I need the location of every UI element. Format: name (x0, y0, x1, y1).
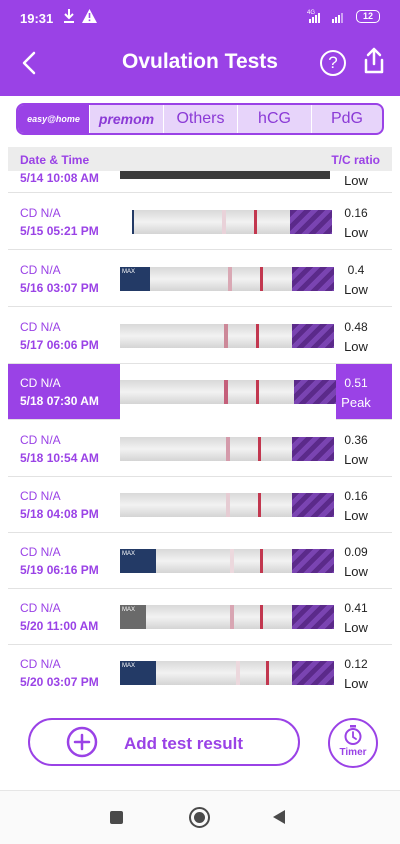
row-cycle-day: CD N/A (20, 206, 61, 220)
strip-max-label: MAX (122, 269, 136, 275)
row-ratio: 0.4 (347, 263, 365, 277)
row-ratio: 0.36 (344, 433, 368, 447)
row-level: Low (344, 620, 368, 635)
test-results-list[interactable]: 5/14 10:08 AM Low CD N/A 5/15 05:21 PM 0… (8, 171, 392, 700)
battery-icon: 12 (356, 10, 380, 23)
row-ratio: 0.16 (344, 489, 368, 503)
status-bar: 19:31 4G 12 (0, 0, 400, 36)
row-cycle-day: CD N/A (20, 376, 61, 390)
test-row[interactable]: 5/14 10:08 AM Low (8, 171, 392, 193)
add-test-result-label: Add test result (124, 734, 244, 753)
header-tc-ratio: T/C ratio (331, 153, 380, 167)
tab-label: hCG (258, 110, 291, 127)
row-cycle-day: CD N/A (20, 433, 61, 447)
network-label: 4G (307, 10, 315, 16)
row-datetime: 5/14 10:08 AM (20, 171, 99, 185)
test-row[interactable]: CD N/A 5/18 10:54 AM 0.36 Low (8, 421, 392, 477)
row-datetime: 5/19 06:16 PM (20, 563, 99, 577)
row-level: Peak (341, 395, 371, 410)
row-level: Low (344, 339, 368, 354)
row-level: Low (344, 225, 368, 240)
row-level: Low (344, 564, 368, 579)
header-date-time: Date & Time (20, 153, 90, 167)
row-datetime: 5/15 05:21 PM (20, 224, 99, 238)
row-datetime: 5/18 04:08 PM (20, 507, 99, 521)
add-test-result-button[interactable]: Add test result (28, 718, 300, 766)
row-ratio: 0.16 (344, 206, 368, 220)
test-row[interactable]: CD N/A 5/16 03:07 PM MAX 0.4 Low (8, 251, 392, 307)
strip-max-label: MAX (122, 663, 136, 669)
status-time: 19:31 (20, 11, 54, 26)
recent-apps-icon[interactable] (110, 811, 123, 824)
row-level: Low (344, 173, 368, 188)
test-row[interactable]: CD N/A 5/20 03:07 PM MAX 0.12 Low (8, 645, 392, 700)
row-cycle-day: CD N/A (20, 489, 61, 503)
row-level: Low (344, 452, 368, 467)
row-ratio: 0.48 (344, 320, 368, 334)
test-strip-image: MAX (120, 267, 336, 291)
timer-icon (344, 725, 362, 745)
brand-tabs: easy@home premom Others hCG PdG (16, 103, 384, 135)
row-datetime: 5/17 06:06 PM (20, 338, 99, 352)
row-cycle-day: CD N/A (20, 601, 61, 615)
test-strip-image: MAX (120, 549, 336, 573)
row-cycle-day: CD N/A (20, 657, 61, 671)
tab-easy-at-home[interactable]: easy@home (18, 105, 90, 133)
test-row[interactable]: CD N/A 5/19 06:16 PM MAX 0.09 Low (8, 533, 392, 589)
test-row[interactable]: CD N/A 5/18 04:08 PM 0.16 Low (8, 477, 392, 533)
row-ratio: 0.12 (344, 657, 368, 671)
row-datetime: 5/18 07:30 AM (20, 394, 99, 408)
row-level: Low (344, 676, 368, 691)
row-ratio: 0.41 (344, 601, 368, 615)
row-cycle-day: CD N/A (20, 320, 61, 334)
test-strip-image (120, 324, 336, 348)
row-cycle-day: CD N/A (20, 263, 61, 277)
test-row-selected[interactable]: CD N/A 5/18 07:30 AM 0.51 Peak (8, 364, 392, 420)
timer-label: Timer (339, 747, 367, 758)
help-icon[interactable]: ? (320, 50, 346, 76)
tab-hcg[interactable]: hCG (238, 105, 312, 133)
tab-others[interactable]: Others (164, 105, 238, 133)
download-icon (64, 9, 74, 23)
home-icon[interactable] (189, 807, 210, 828)
test-strip-image (120, 171, 336, 181)
strip-max-label: MAX (122, 607, 136, 613)
system-nav-bar (0, 790, 400, 844)
tab-label: Others (176, 110, 225, 127)
row-datetime: 5/20 11:00 AM (20, 619, 99, 633)
row-datetime: 5/20 03:07 PM (20, 675, 99, 689)
test-strip-image (120, 364, 336, 420)
row-level: Low (344, 508, 368, 523)
strip-max-label: MAX (122, 551, 136, 557)
row-datetime: 5/16 03:07 PM (20, 281, 99, 295)
row-cycle-day: CD N/A (20, 545, 61, 559)
table-header: Date & Time T/C ratio (8, 147, 392, 171)
share-icon[interactable] (360, 46, 388, 76)
back-triangle-icon[interactable] (273, 810, 285, 824)
test-strip-image (120, 210, 336, 234)
tab-pdg[interactable]: PdG (312, 105, 382, 133)
timer-button[interactable]: Timer (328, 718, 378, 768)
tab-label: PdG (330, 110, 363, 127)
test-row[interactable]: CD N/A 5/17 06:06 PM 0.48 Low (8, 308, 392, 364)
app-header: 19:31 4G 12 Ovulation Tests ? (0, 0, 400, 96)
tab-label: premom (98, 111, 155, 127)
test-strip-image: MAX (120, 605, 336, 629)
row-ratio: 0.51 (344, 376, 368, 390)
row-datetime: 5/18 10:54 AM (20, 451, 99, 465)
test-strip-image: MAX (120, 661, 336, 685)
row-level: Low (344, 282, 368, 297)
add-circle-icon (66, 726, 98, 758)
signal-icon: 4G (307, 10, 343, 23)
test-row[interactable]: CD N/A 5/20 11:00 AM MAX 0.41 Low (8, 589, 392, 645)
tab-label: easy@home (27, 114, 80, 124)
tab-premom[interactable]: premom (90, 105, 164, 133)
test-row[interactable]: CD N/A 5/15 05:21 PM 0.16 Low (8, 194, 392, 250)
warning-icon (82, 9, 97, 23)
test-strip-image (120, 493, 336, 517)
row-ratio: 0.09 (344, 545, 368, 559)
test-strip-image (120, 437, 336, 461)
